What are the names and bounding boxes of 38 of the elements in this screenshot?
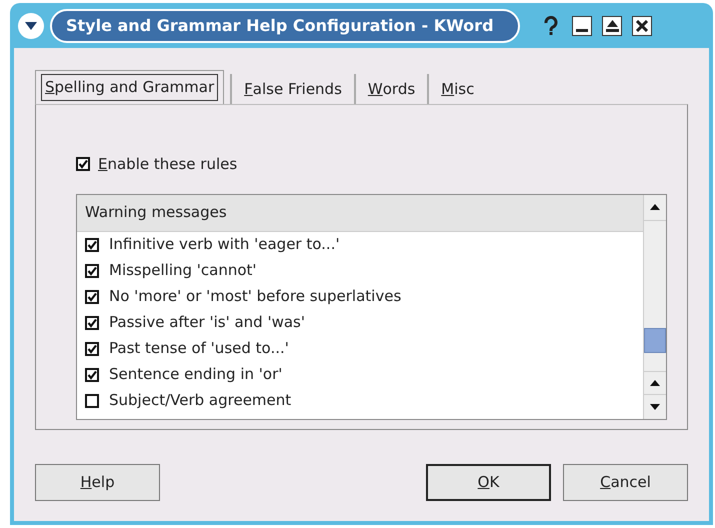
- menu-button[interactable]: [18, 12, 44, 38]
- maximize-icon: [606, 19, 618, 32]
- rule-label: Misspelling 'cannot': [109, 260, 257, 282]
- tab[interactable]: Spelling and Grammar: [35, 70, 224, 104]
- minimize-button[interactable]: [572, 16, 592, 36]
- checkbox-label: Enable these rules: [98, 154, 238, 175]
- checkbox[interactable]: [85, 368, 99, 382]
- checkbox[interactable]: [85, 394, 99, 408]
- minimize-icon: [576, 28, 588, 32]
- scrollbar[interactable]: [643, 194, 666, 418]
- close-icon: [636, 20, 648, 32]
- close-button[interactable]: [632, 16, 652, 36]
- scroll-up-button[interactable]: [644, 370, 666, 394]
- checkbox[interactable]: [85, 290, 99, 304]
- checkbox[interactable]: [85, 316, 99, 330]
- rule-label: No 'more' or 'most' before superlatives: [109, 286, 402, 308]
- dialog-button[interactable]: Help: [35, 464, 160, 501]
- checkbox[interactable]: [85, 238, 99, 252]
- column-header[interactable]: Warning messages: [77, 194, 643, 232]
- checkbox[interactable]: [76, 157, 90, 172]
- up-arrow-icon: [650, 380, 660, 386]
- down-arrow-icon: [650, 404, 660, 410]
- checkbox[interactable]: [85, 264, 99, 278]
- enable-checkbox-row[interactable]: Enable these rules: [76, 153, 647, 176]
- rule-label: Sentence ending in 'or': [109, 364, 282, 386]
- help-icon: [542, 16, 560, 36]
- dialog-button[interactable]: OK: [426, 464, 551, 501]
- rule-label: Subject/Verb agreement: [109, 390, 292, 412]
- window-title: Style and Grammar Help Configuration - KWord: [50, 8, 520, 42]
- checkbox[interactable]: [85, 342, 99, 356]
- up-arrow-icon: [650, 204, 660, 210]
- rule-label: Passive after 'is' and 'was': [109, 312, 305, 334]
- maximize-button[interactable]: [602, 16, 622, 36]
- rule-label: Past tense of 'used to...': [109, 338, 289, 360]
- rule-label: Infinitive verb with 'eager to...': [109, 234, 340, 256]
- scroll-thumb[interactable]: [644, 328, 666, 352]
- caret-icon: [25, 22, 37, 30]
- dialog-button[interactable]: Cancel: [563, 464, 688, 501]
